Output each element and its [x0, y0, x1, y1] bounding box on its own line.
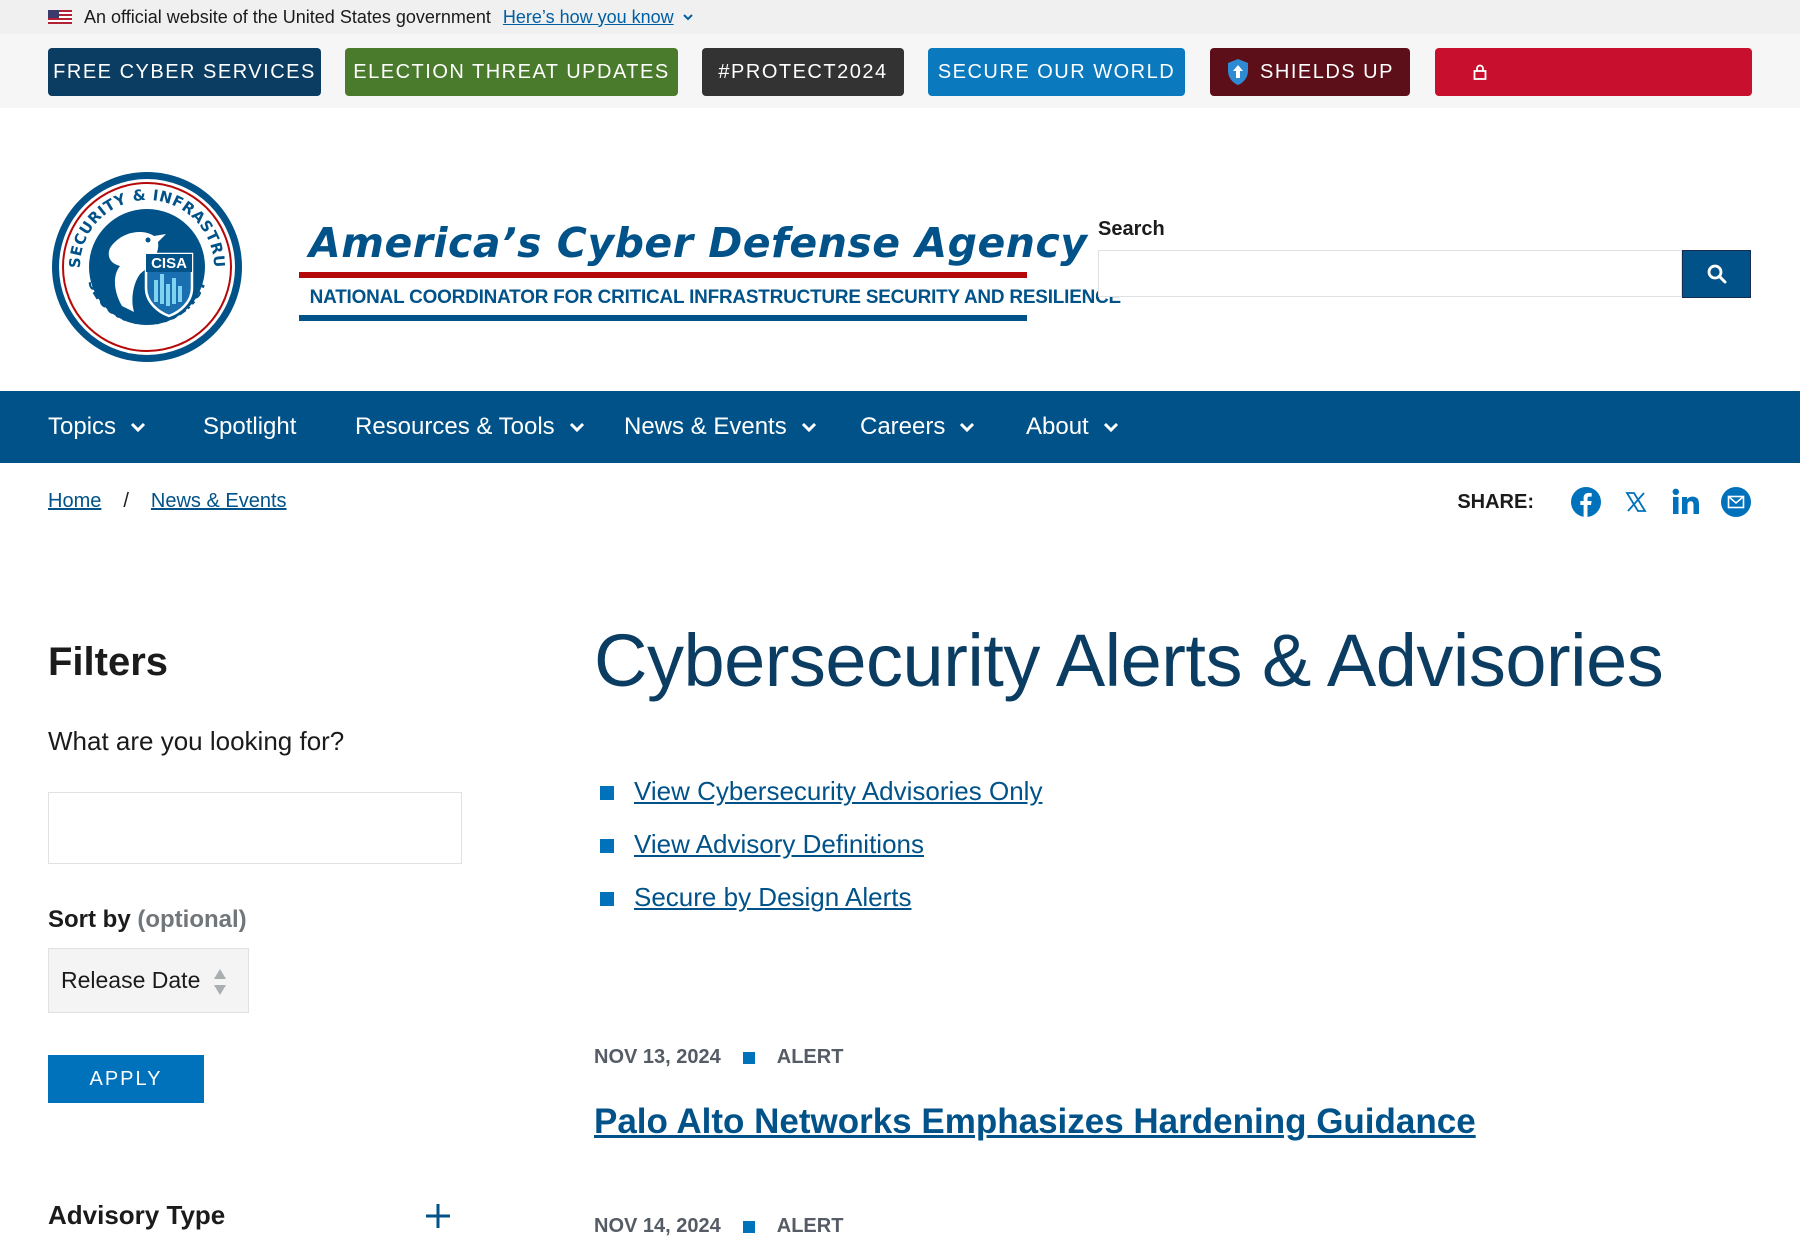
nav-item-label: Topics	[48, 413, 117, 440]
bullet-square-icon	[600, 786, 614, 800]
list-item: View Cybersecurity Advisories Only	[600, 776, 1042, 829]
chevron-down-icon	[130, 422, 146, 433]
chevron-down-icon	[569, 422, 584, 433]
tagline-title: America’s Cyber Defense Agency	[309, 219, 1088, 267]
article-meta: NOV 13, 2024 ALERT	[594, 1046, 843, 1069]
main-nav: Topics Spotlight Resources & Tools News …	[0, 391, 1800, 463]
tagline-blue-rule	[299, 315, 1027, 321]
email-icon[interactable]	[1720, 486, 1752, 518]
tagline-subtitle: NATIONAL COORDINATOR FOR CRITICAL INFRAS…	[309, 286, 1122, 308]
shield-icon	[1228, 59, 1249, 85]
free-cyber-services-button[interactable]: FREE CYBER SERVICES	[48, 48, 321, 96]
search-label: Search	[1098, 218, 1165, 240]
sort-by-select[interactable]: Release Date	[48, 948, 249, 1013]
breadcrumb-home-link[interactable]: Home	[48, 490, 101, 513]
nav-item-label: About	[1026, 413, 1089, 440]
search-icon	[1707, 264, 1726, 284]
filters-heading: Filters	[48, 640, 169, 684]
secure-our-world-button[interactable]: SECURE OUR WORLD	[928, 48, 1185, 96]
share-bar: SHARE:	[1457, 486, 1752, 518]
chevron-down-icon	[960, 422, 975, 433]
alert-button-row: FREE CYBER SERVICES ELECTION THREAT UPDA…	[0, 34, 1800, 108]
breadcrumb-separator: /	[123, 490, 129, 512]
sort-selected-value: Release Date	[61, 967, 201, 993]
agency-tagline: America’s Cyber Defense Agency NATIONAL …	[299, 218, 1122, 321]
protect2024-button[interactable]: #PROTECT2024	[702, 48, 904, 96]
nav-item-news-events[interactable]: News & Events	[624, 391, 817, 463]
sort-by-text: Sort by	[48, 906, 131, 933]
expand-plus-icon[interactable]	[424, 1202, 452, 1230]
filter-query-label: What are you looking for?	[48, 726, 345, 756]
article-date: NOV 14, 2024	[594, 1215, 721, 1237]
select-arrows-icon	[214, 969, 226, 995]
filter-search-input[interactable]	[48, 792, 462, 864]
linkedin-icon[interactable]	[1670, 486, 1702, 518]
nav-item-topics[interactable]: Topics	[48, 391, 146, 463]
bullet-square-icon	[742, 1220, 755, 1233]
list-item: View Advisory Definitions	[600, 829, 1042, 882]
shields-up-label: SHIELDS UP	[1260, 60, 1394, 83]
search-button[interactable]	[1682, 250, 1751, 298]
chevron-down-icon	[801, 422, 816, 433]
cisa-seal-logo[interactable]: CYBERSECURITY & INFRASTRUCTURE SECURITY …	[43, 156, 244, 364]
sort-optional-text: (optional)	[137, 906, 247, 933]
nav-item-about[interactable]: About	[1026, 391, 1119, 463]
page-title: Cybersecurity Alerts & Advisories	[594, 619, 1664, 702]
search-input[interactable]	[1098, 250, 1682, 297]
bullet-square-icon	[600, 892, 614, 906]
breadcrumb: Home / News & Events	[48, 490, 287, 513]
nav-item-spotlight[interactable]: Spotlight	[203, 391, 296, 463]
us-flag-icon	[48, 10, 72, 24]
bullet-square-icon	[600, 839, 614, 853]
article-title-link[interactable]: Palo Alto Networks Emphasizes Hardening …	[594, 1102, 1476, 1142]
secure-by-design-alerts-link[interactable]: Secure by Design Alerts	[634, 882, 911, 912]
facebook-icon[interactable]	[1570, 486, 1602, 518]
article-type: ALERT	[776, 1215, 844, 1237]
bullet-square-icon	[742, 1051, 755, 1064]
breadcrumb-news-events-link[interactable]: News & Events	[151, 490, 287, 513]
nav-item-label: Careers	[860, 413, 946, 440]
election-threat-updates-button[interactable]: ELECTION THREAT UPDATES	[345, 48, 678, 96]
list-item: Secure by Design Alerts	[600, 882, 1042, 935]
article-meta: NOV 14, 2024 ALERT	[594, 1215, 843, 1238]
nav-item-careers[interactable]: Careers	[860, 391, 975, 463]
sort-by-label: Sort by (optional)	[48, 906, 247, 934]
x-icon[interactable]	[1620, 486, 1652, 518]
apply-button[interactable]: APPLY	[48, 1055, 204, 1103]
nav-item-label: Resources & Tools	[355, 413, 555, 440]
chevron-down-icon	[682, 14, 693, 21]
gov-banner: An official website of the United States…	[0, 0, 1800, 34]
cisa-seal-icon: CYBERSECURITY & INFRASTRUCTURE SECURITY …	[43, 156, 242, 362]
nav-item-label: Spotlight	[203, 413, 297, 440]
article-date: NOV 13, 2024	[594, 1046, 721, 1068]
logo-text: CISA	[151, 255, 187, 272]
view-advisories-only-link[interactable]: View Cybersecurity Advisories Only	[634, 776, 1042, 806]
advisory-type-heading[interactable]: Advisory Type	[48, 1200, 225, 1231]
lock-icon	[1473, 64, 1487, 80]
chevron-down-icon	[1103, 422, 1118, 433]
advisory-links-list: View Cybersecurity Advisories Only View …	[600, 776, 1042, 935]
view-advisory-definitions-link[interactable]: View Advisory Definitions	[634, 829, 924, 859]
share-label: SHARE:	[1457, 490, 1534, 513]
article-type: ALERT	[776, 1046, 844, 1068]
heres-how-you-know-link[interactable]: Here’s how you know	[503, 7, 694, 28]
shields-up-button[interactable]: SHIELDS UP	[1210, 48, 1410, 96]
heres-how-you-know-label: Here’s how you know	[502, 6, 674, 27]
gov-banner-text: An official website of the United States…	[84, 6, 491, 27]
nav-item-resources-tools[interactable]: Resources & Tools	[355, 391, 585, 463]
restricted-alert-button[interactable]	[1435, 48, 1752, 96]
nav-item-label: News & Events	[624, 413, 787, 440]
